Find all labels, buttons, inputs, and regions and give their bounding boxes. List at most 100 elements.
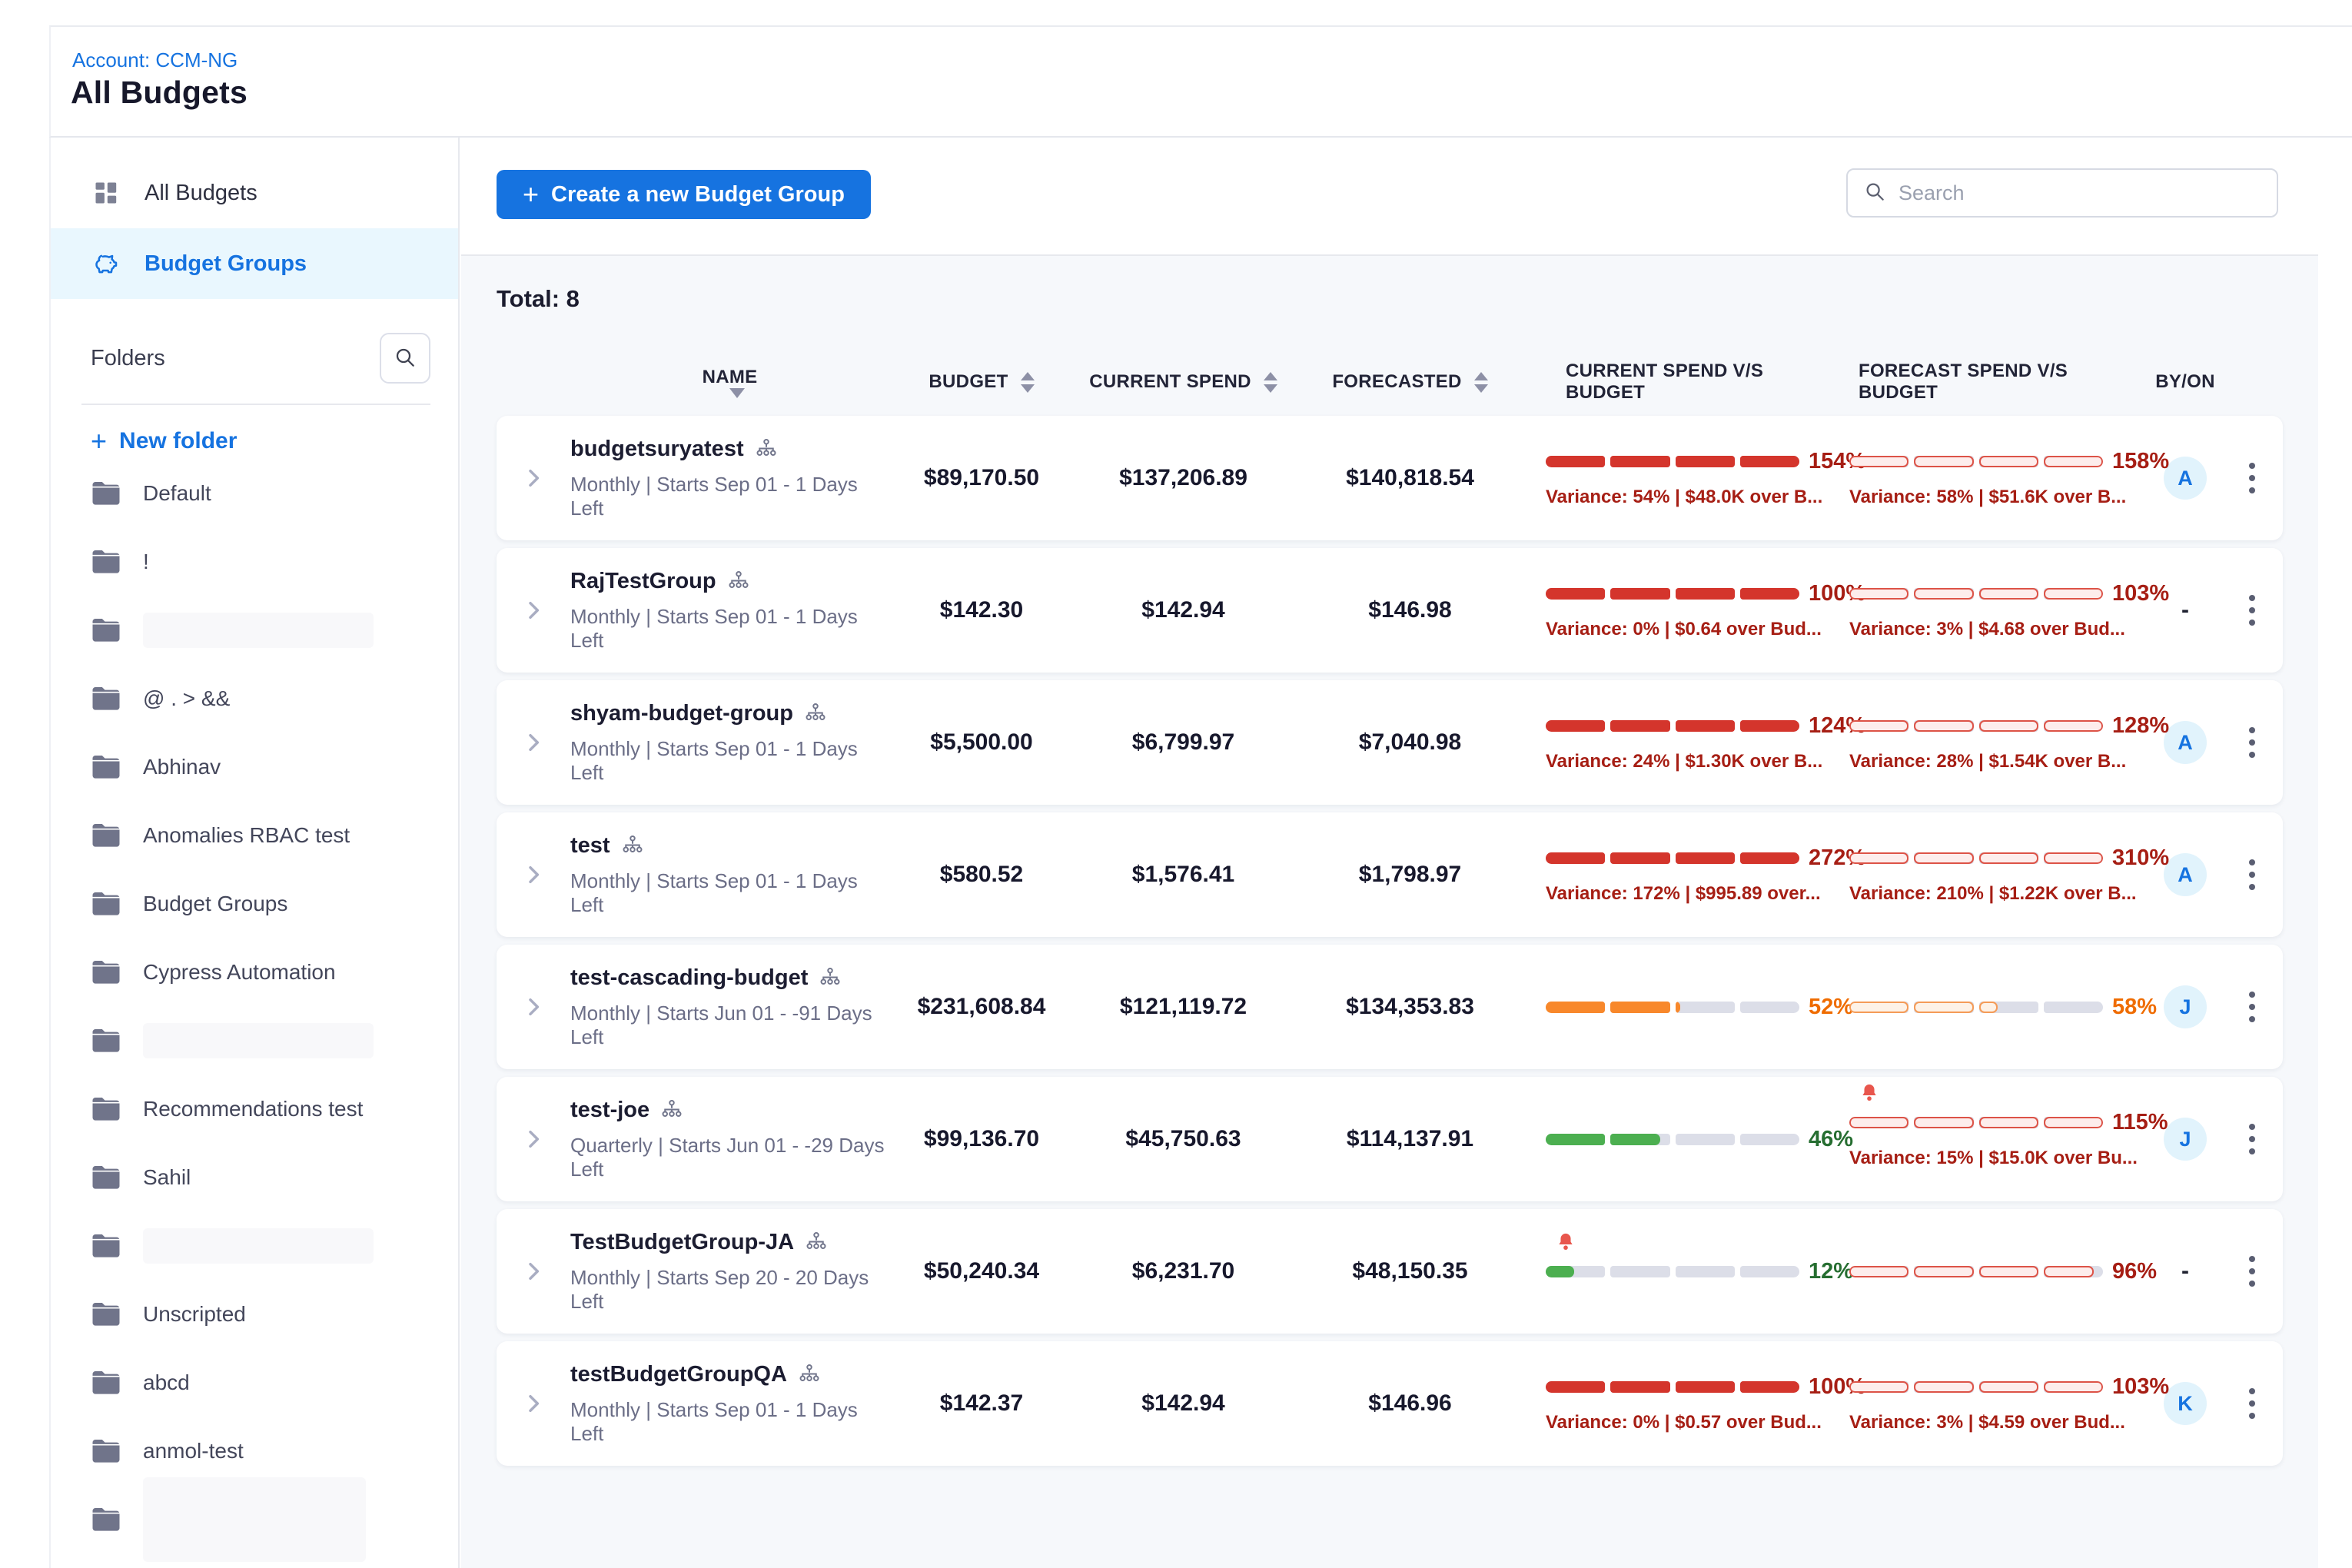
folder-item[interactable]: @ . > &&: [51, 664, 458, 733]
hierarchy-icon: [755, 437, 778, 460]
folder-name: abcd: [143, 1370, 190, 1395]
total-count: Total: 8: [497, 285, 2283, 313]
folder-icon: [91, 549, 121, 575]
sidebar-item-all-budgets[interactable]: All Budgets: [51, 158, 458, 228]
sidebar: All Budgets Budget Groups Folders: [49, 138, 460, 1568]
row-menu-button[interactable]: [2241, 1380, 2263, 1427]
owner-avatar[interactable]: A: [2164, 853, 2207, 896]
sidebar-item-budget-groups[interactable]: Budget Groups: [51, 228, 458, 299]
current-spend-amount: $6,231.70: [1074, 1258, 1293, 1284]
search-input[interactable]: [1899, 181, 2261, 205]
column-label: BY/ON: [2155, 371, 2215, 393]
owner-avatar[interactable]: K: [2164, 1382, 2207, 1425]
folder-item[interactable]: anmol-test: [51, 1417, 458, 1485]
folder-item[interactable]: Sahil: [51, 1143, 458, 1211]
row-menu-button[interactable]: [2241, 852, 2263, 898]
budget-group-row: test-joeQuarterly | Starts Jun 01 - -29 …: [497, 1077, 2283, 1201]
budget-group-name[interactable]: budgetsuryatest: [570, 437, 744, 462]
column-header-current-spend[interactable]: CURRENT SPEND: [1074, 371, 1293, 393]
current-spend-percentage: 12%: [1809, 1259, 1853, 1284]
forecast-spend-progress-bar: [1849, 1381, 2103, 1393]
create-budget-group-button[interactable]: + Create a new Budget Group: [497, 170, 871, 219]
folders-title: Folders: [91, 346, 165, 371]
forecast-spend-percentage: 103%: [2112, 581, 2169, 606]
folder-item[interactable]: abcd: [51, 1348, 458, 1417]
budget-group-name[interactable]: test: [570, 833, 610, 859]
column-header-budget[interactable]: BUDGET: [889, 371, 1074, 393]
expand-row-chevron-icon[interactable]: [521, 995, 546, 1019]
hierarchy-icon: [621, 834, 644, 857]
budget-group-row: testBudgetGroupQAMonthly | Starts Sep 01…: [497, 1341, 2283, 1466]
folder-item[interactable]: Cypress Automation: [51, 938, 458, 1006]
folder-item[interactable]: !: [51, 527, 458, 596]
folder-item[interactable]: Anomalies RBAC test: [51, 801, 458, 869]
budget-schedule: Monthly | Starts Jun 01 - -91 Days Left: [570, 1002, 889, 1049]
folder-item[interactable]: Default: [51, 459, 458, 527]
redacted-folder-name: [143, 1477, 366, 1562]
row-menu-button[interactable]: [2241, 1116, 2263, 1162]
budget-group-name[interactable]: test-cascading-budget: [570, 965, 808, 991]
current-spend-progress-bar: [1546, 1266, 1799, 1277]
folder-icon: [91, 754, 121, 780]
forecast-variance-text: Variance: 3% | $4.68 over Bud...: [1849, 619, 2125, 640]
column-header-forecast-spend-v-s-budget: FORECAST SPEND V/S BUDGET: [1846, 360, 2147, 404]
expand-row-chevron-icon[interactable]: [521, 1391, 546, 1416]
budget-schedule: Monthly | Starts Sep 01 - 1 Days Left: [570, 605, 889, 653]
current-spend-progress-bar: [1546, 1002, 1799, 1013]
folder-item[interactable]: Budget Groups: [51, 869, 458, 938]
row-menu-button[interactable]: [2241, 455, 2263, 501]
expand-row-chevron-icon[interactable]: [521, 1259, 546, 1284]
search-icon: [393, 345, 417, 372]
folder-icon: [91, 891, 121, 917]
hierarchy-icon: [804, 702, 827, 725]
row-menu-button[interactable]: [2241, 984, 2263, 1030]
row-list: budgetsuryatest Monthly | Starts Sep 01 -…: [497, 416, 2283, 1466]
budget-group-name[interactable]: RajTestGroup: [570, 569, 716, 594]
expand-row-chevron-icon[interactable]: [521, 598, 546, 623]
app-header: Account: CCM-NG All Budgets: [49, 25, 2352, 138]
hierarchy-icon: [805, 1231, 828, 1254]
budget-group-name[interactable]: shyam-budget-group: [570, 701, 793, 726]
budget-search-box[interactable]: [1846, 168, 2278, 218]
row-menu-button[interactable]: [2241, 719, 2263, 766]
owner-avatar[interactable]: J: [2164, 1118, 2207, 1161]
row-menu-button[interactable]: [2241, 1248, 2263, 1294]
folder-item-redacted[interactable]: [51, 1211, 458, 1280]
current-variance-text: Variance: 172% | $995.89 over...: [1546, 883, 1821, 905]
owner-avatar[interactable]: J: [2164, 985, 2207, 1028]
column-header-forecasted[interactable]: FORECASTED: [1293, 371, 1527, 393]
budget-schedule: Monthly | Starts Sep 20 - 20 Days Left: [570, 1266, 889, 1314]
folder-item[interactable]: Abhinav: [51, 733, 458, 801]
forecasted-amount: $1,798.97: [1293, 862, 1527, 888]
column-header-name[interactable]: NAME: [570, 367, 889, 398]
budget-group-name[interactable]: testBudgetGroupQA: [570, 1362, 787, 1387]
current-spend-amount: $121,119.72: [1074, 994, 1293, 1020]
folder-name: Sahil: [143, 1165, 191, 1190]
expand-row-chevron-icon[interactable]: [521, 466, 546, 490]
folder-item-redacted[interactable]: [51, 596, 458, 664]
current-variance-text: Variance: 0% | $0.64 over Bud...: [1546, 619, 1822, 640]
current-spend-amount: $6,799.97: [1074, 729, 1293, 756]
folder-item-redacted[interactable]: [51, 1006, 458, 1075]
owner-avatar[interactable]: A: [2164, 457, 2207, 500]
budget-amount: $89,170.50: [889, 465, 1074, 491]
account-breadcrumb[interactable]: Account: CCM-NG: [72, 48, 238, 72]
current-variance-text: Variance: 24% | $1.30K over B...: [1546, 751, 1822, 772]
folder-item[interactable]: Unscripted: [51, 1280, 458, 1348]
budget-group-name[interactable]: TestBudgetGroup-JA: [570, 1230, 794, 1255]
new-folder-button[interactable]: + New folder: [91, 428, 458, 454]
expand-row-chevron-icon[interactable]: [521, 730, 546, 755]
row-menu-button[interactable]: [2241, 587, 2263, 633]
budget-amount: $50,240.34: [889, 1258, 1074, 1284]
folder-search-button[interactable]: [380, 333, 430, 384]
folder-item-redacted[interactable]: [51, 1485, 458, 1553]
expand-row-chevron-icon[interactable]: [521, 862, 546, 887]
budget-amount: $142.37: [889, 1390, 1074, 1417]
current-spend-progress-bar: [1546, 1134, 1799, 1145]
budget-group-name[interactable]: test-joe: [570, 1098, 649, 1123]
redacted-folder-name: [143, 1023, 374, 1058]
folder-item[interactable]: Recommendations test: [51, 1075, 458, 1143]
expand-row-chevron-icon[interactable]: [521, 1127, 546, 1151]
owner-avatar[interactable]: A: [2164, 721, 2207, 764]
folder-name: Unscripted: [143, 1302, 246, 1327]
